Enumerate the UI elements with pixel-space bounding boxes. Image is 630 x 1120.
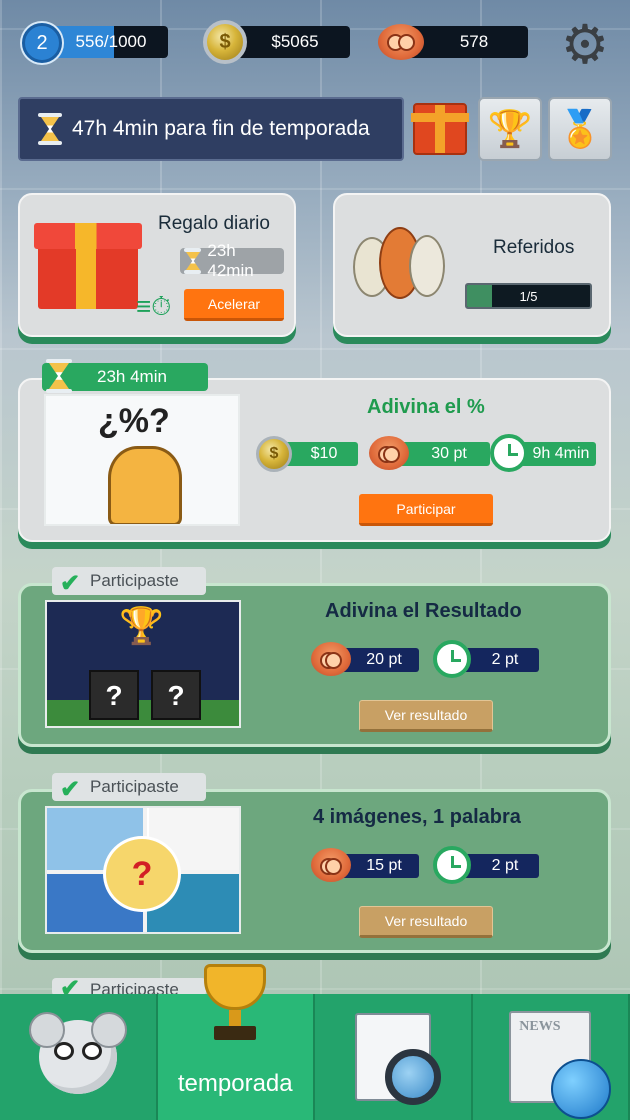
coin-value: $5065 xyxy=(271,32,319,51)
mystery-box-icon: ? xyxy=(89,670,139,720)
medal-icon: 🏅 xyxy=(557,108,603,149)
referrals-title: Referidos xyxy=(493,237,575,258)
referrals-progress-text: 1/5 xyxy=(519,288,538,304)
game-card-guess-percent[interactable]: ¿%? Adivina el % $ $10 30 pt 9h 4min Par… xyxy=(18,378,611,542)
points-value: 578 xyxy=(459,32,489,51)
document-search-icon xyxy=(354,1013,441,1105)
participated-text: Participaste xyxy=(90,777,179,796)
mystery-box-icon: ? xyxy=(151,670,201,720)
participated-text: Participaste xyxy=(90,571,179,590)
gear-icon[interactable]: ⚙ xyxy=(558,18,612,72)
season-text: 47h 4min para fin de temporada xyxy=(72,117,370,140)
clock-icon xyxy=(433,640,471,678)
participate-button[interactable]: Participar xyxy=(359,494,493,526)
medal-button[interactable]: 🏅 xyxy=(548,97,612,161)
game-image-four-images: ? xyxy=(45,806,241,934)
clock-icon xyxy=(490,434,528,472)
friends-group-icon xyxy=(351,223,447,309)
daily-gift-timer: 23h 42min xyxy=(180,241,284,280)
monkey-question-icon: ? xyxy=(103,836,181,912)
gift-icon[interactable] xyxy=(411,103,469,155)
participated-tag: ✔ Participaste xyxy=(52,773,206,803)
hourglass-icon xyxy=(38,113,62,145)
participated-tag: ✔ Participaste xyxy=(52,567,206,597)
bottom-navigation: temporada NEWS xyxy=(0,964,630,1120)
season-timer-bar: 47h 4min para fin de temporada xyxy=(18,97,404,161)
game-timer-tag: 23h 4min xyxy=(42,359,208,393)
monkey-token-icon xyxy=(311,848,351,882)
daily-gift-card[interactable]: Regalo diario 23h 42min ≡⏱ Acelerar xyxy=(18,193,296,337)
monkey-token-icon xyxy=(311,642,351,676)
trophy-icon xyxy=(196,964,274,1050)
game-card-four-images[interactable]: ? 4 imágenes, 1 palabra 15 pt 2 pt Ver r… xyxy=(18,789,611,953)
trophy-icon: 🏆 xyxy=(487,108,533,149)
referrals-progress-fill xyxy=(467,285,492,307)
xp-value: 556/1000 xyxy=(75,32,147,51)
gift-box-icon xyxy=(34,223,142,309)
referrals-card[interactable]: Referidos 1/5 xyxy=(333,193,611,337)
game-card-guess-result[interactable]: 🏆 ? ? Adivina el Resultado 20 pt 2 pt Ve… xyxy=(18,583,611,747)
game-title-guess-result: Adivina el Resultado xyxy=(325,600,522,622)
view-result-button[interactable]: Ver resultado xyxy=(359,700,493,732)
stopwatch-icon: ≡⏱ xyxy=(136,291,172,321)
clock-icon xyxy=(433,846,471,884)
game-title-four-images: 4 imágenes, 1 palabra xyxy=(313,806,521,828)
coin-icon: $ xyxy=(256,436,292,472)
top-bar: 2 556/1000 $ $5065 578 ⚙ xyxy=(0,18,630,72)
daily-gift-timer-text: 23h 42min xyxy=(207,241,254,280)
hourglass-icon xyxy=(184,248,202,274)
globe-icon xyxy=(551,1059,612,1119)
koala-avatar-icon xyxy=(28,1012,127,1094)
game-image-guess-result: 🏆 ? ? xyxy=(45,600,241,728)
checkmark-icon: ✔ xyxy=(60,570,81,597)
monkey-token-icon xyxy=(378,24,424,60)
daily-gift-title: Regalo diario xyxy=(158,213,270,234)
game-title-guess-percent: Adivina el % xyxy=(367,396,485,418)
nav-profile[interactable] xyxy=(0,994,158,1120)
referrals-progress: 1/5 xyxy=(465,283,592,309)
news-text: NEWS xyxy=(519,1019,561,1034)
accelerate-button[interactable]: Acelerar xyxy=(184,289,284,321)
nav-quiz[interactable] xyxy=(315,994,473,1120)
game-timer-text: 23h 4min xyxy=(97,367,167,386)
checkmark-icon: ✔ xyxy=(60,776,81,803)
monkey-thinking-icon xyxy=(108,446,182,524)
nav-season-label: temporada xyxy=(177,1070,293,1097)
percent-question-text: ¿%? xyxy=(98,402,170,440)
monkey-token-icon xyxy=(369,436,409,470)
game-image-guess-percent: ¿%? xyxy=(44,394,240,526)
hourglass-icon xyxy=(46,359,72,393)
view-result-button[interactable]: Ver resultado xyxy=(359,906,493,938)
level-badge-icon[interactable]: 2 xyxy=(22,23,62,63)
nav-season[interactable]: temporada xyxy=(157,964,315,1120)
coin-icon: $ xyxy=(203,20,247,64)
newspaper-icon: NEWS xyxy=(509,1011,612,1119)
trophy-icon: 🏆 xyxy=(119,605,164,646)
trophy-button[interactable]: 🏆 xyxy=(478,97,542,161)
nav-news[interactable]: NEWS xyxy=(473,994,630,1120)
